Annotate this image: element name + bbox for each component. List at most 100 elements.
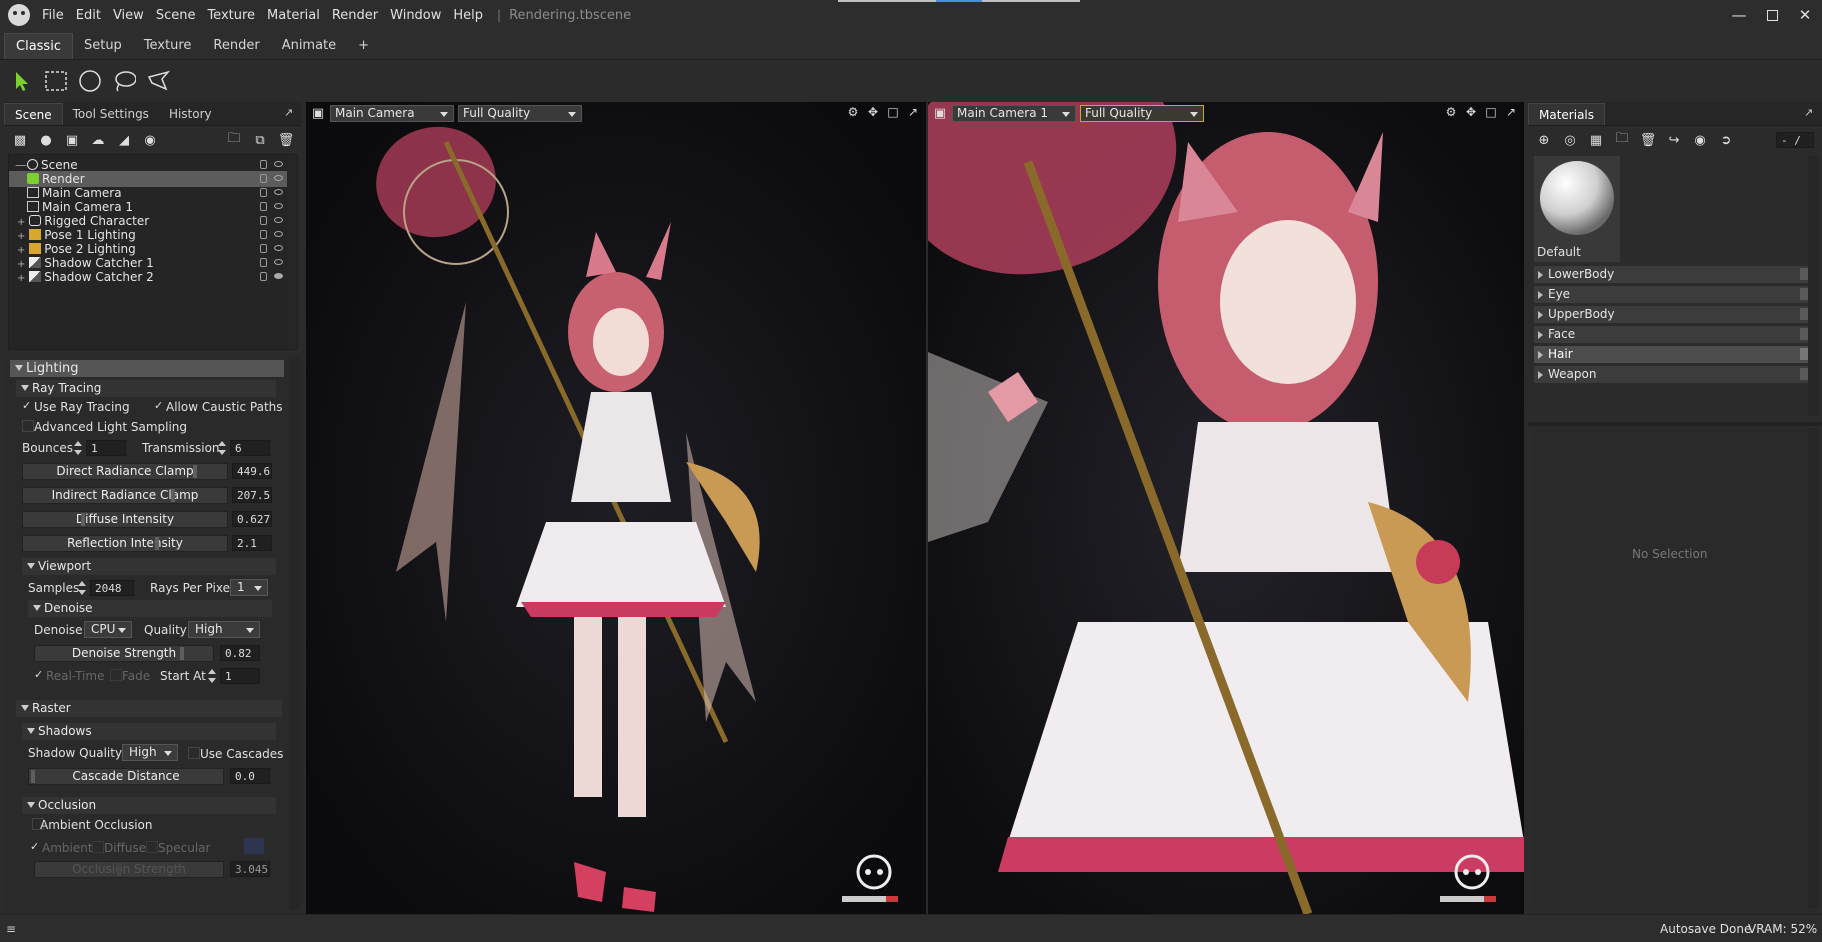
popout-icon[interactable]: ↗	[1804, 106, 1818, 120]
bounces-input[interactable]: 1	[86, 440, 126, 456]
checker-icon[interactable]: ▦	[1588, 132, 1604, 148]
tab-tool-settings[interactable]: Tool Settings	[63, 103, 159, 125]
lock-icon[interactable]	[260, 174, 267, 183]
indirect-clamp-input[interactable]: 207.5	[232, 487, 272, 503]
start-at-input[interactable]: 1	[220, 668, 260, 684]
quality-dropdown[interactable]: Full Quality	[1080, 104, 1204, 122]
export-icon[interactable]: ➲	[1718, 132, 1734, 148]
folder-icon[interactable]: 🗀	[226, 131, 242, 148]
polygon-select-icon[interactable]	[146, 69, 170, 93]
samples-input[interactable]: 2048	[90, 580, 134, 596]
lock-icon[interactable]	[260, 216, 267, 225]
specular-option-checkbox[interactable]	[146, 841, 158, 853]
diffuse-option-checkbox[interactable]	[92, 841, 104, 853]
camera-dropdown[interactable]: Main Camera	[330, 104, 454, 122]
delete-icon[interactable]: 🗑	[278, 132, 295, 148]
lock-icon[interactable]	[260, 230, 267, 239]
menu-material[interactable]: Material	[261, 8, 326, 23]
quality-dropdown[interactable]: Full Quality	[458, 104, 582, 122]
menu-edit[interactable]: Edit	[70, 8, 107, 23]
allow-caustic-checkbox[interactable]: ✓	[154, 400, 166, 412]
fade-checkbox[interactable]	[110, 669, 122, 681]
folder-icon[interactable]: 🗀	[1614, 131, 1630, 148]
menu-view[interactable]: View	[107, 8, 150, 23]
direct-clamp-slider[interactable]: Direct Radiance Clamp	[22, 463, 228, 480]
visibility-eye-icon[interactable]	[274, 175, 283, 181]
viewport-1[interactable]: ▣ Main Camera Full Quality ⚙ ✥ □ ↗	[306, 102, 926, 914]
use-ray-tracing-checkbox[interactable]: ✓	[22, 400, 34, 412]
pick-icon[interactable]: ◉	[1692, 132, 1708, 148]
rays-per-pixel-dropdown[interactable]: 1	[230, 579, 268, 596]
visibility-eye-icon[interactable]	[274, 231, 283, 237]
slider-knob[interactable]	[180, 647, 184, 660]
lock-icon[interactable]	[260, 202, 267, 211]
hidden-eye-icon[interactable]	[274, 273, 283, 279]
visibility-eye-icon[interactable]	[274, 245, 283, 251]
transmission-input[interactable]: 6	[230, 440, 270, 456]
add-light-icon[interactable]: ●	[38, 132, 54, 148]
camera-icon[interactable]: ▣	[310, 105, 326, 121]
log-menu-icon[interactable]: ≡	[6, 922, 16, 936]
delete-icon[interactable]: 🗑	[1640, 132, 1657, 148]
section-raster[interactable]: Raster	[16, 700, 282, 717]
lock-icon[interactable]	[260, 272, 267, 281]
lock-icon[interactable]	[260, 244, 267, 253]
viewport-2[interactable]: ▣ Main Camera 1 Full Quality ⚙ ✥ □ ↗	[928, 102, 1524, 914]
section-occlusion[interactable]: Occlusion	[22, 797, 276, 814]
section-ray-tracing[interactable]: Ray Tracing	[16, 380, 276, 397]
section-viewport[interactable]: Viewport	[22, 558, 276, 575]
slider-knob[interactable]	[171, 489, 175, 502]
ambient-checkbox[interactable]: ✓	[30, 841, 42, 853]
add-camera-icon[interactable]: ▣	[64, 132, 80, 148]
occlusion-color-swatch[interactable]	[244, 838, 264, 854]
add-material-icon[interactable]: ◉	[142, 132, 158, 148]
section-shadows[interactable]: Shadows	[22, 723, 276, 740]
add-tab-button[interactable]: +	[347, 33, 380, 59]
tree-item-shadow-catcher-2[interactable]: + Shadow Catcher 2	[9, 269, 297, 285]
denoise-device-dropdown[interactable]: CPU	[84, 621, 132, 638]
menu-texture[interactable]: Texture	[201, 8, 261, 23]
lock-icon[interactable]	[260, 160, 267, 169]
duplicate-material-icon[interactable]: ◎	[1562, 132, 1578, 148]
direct-clamp-input[interactable]: 449.6	[232, 463, 272, 479]
start-at-spinner[interactable]	[208, 669, 216, 683]
occlusion-strength-input[interactable]: 3.045	[230, 861, 270, 877]
properties-scrollbar[interactable]	[290, 358, 300, 910]
tab-setup[interactable]: Setup	[73, 33, 133, 59]
advanced-light-checkbox[interactable]	[22, 420, 34, 432]
diffuse-intensity-slider[interactable]: Diffuse Intensity	[22, 511, 228, 528]
slider-knob[interactable]	[81, 513, 85, 526]
add-sky-icon[interactable]: ☁	[90, 132, 106, 148]
denoise-strength-input[interactable]: 0.82	[220, 645, 260, 661]
slider-knob[interactable]	[193, 465, 197, 478]
settings-gear-icon[interactable]: ⚙	[1444, 105, 1458, 119]
occlusion-strength-slider[interactable]: Occlusion Strength	[34, 861, 224, 878]
material-pager[interactable]: - /	[1776, 132, 1814, 148]
reflection-intensity-slider[interactable]: Reflection Intensity	[22, 535, 228, 552]
cascade-distance-input[interactable]: 0.0	[230, 768, 270, 784]
material-group-upperbody[interactable]: UpperBody	[1534, 306, 1816, 323]
tab-history[interactable]: History	[159, 103, 222, 125]
material-group-face[interactable]: Face	[1534, 326, 1816, 343]
visibility-eye-icon[interactable]	[274, 217, 283, 223]
section-lighting[interactable]: Lighting	[10, 360, 284, 377]
cascade-distance-slider[interactable]: Cascade Distance	[28, 768, 224, 785]
rect-select-icon[interactable]	[44, 69, 68, 93]
add-material-icon[interactable]: ⊕	[1536, 132, 1552, 148]
editor-scrollbar[interactable]	[1808, 428, 1818, 908]
settings-gear-icon[interactable]: ⚙	[846, 105, 860, 119]
tab-texture[interactable]: Texture	[133, 33, 203, 59]
visibility-eye-icon[interactable]	[274, 161, 283, 167]
lock-icon[interactable]	[260, 258, 267, 267]
diffuse-intensity-input[interactable]: 0.627	[232, 511, 272, 527]
tab-classic[interactable]: Classic	[4, 33, 73, 59]
material-group-hair[interactable]: Hair	[1534, 346, 1816, 363]
tree-scrollbar[interactable]	[287, 155, 297, 349]
slider-knob[interactable]	[117, 863, 121, 876]
tab-render[interactable]: Render	[202, 33, 270, 59]
menu-window[interactable]: Window	[384, 8, 447, 23]
use-cascades-checkbox[interactable]	[188, 747, 200, 759]
visibility-eye-icon[interactable]	[274, 189, 283, 195]
popout-icon[interactable]: ↗	[1504, 105, 1518, 119]
materials-scrollbar[interactable]	[1808, 156, 1818, 416]
